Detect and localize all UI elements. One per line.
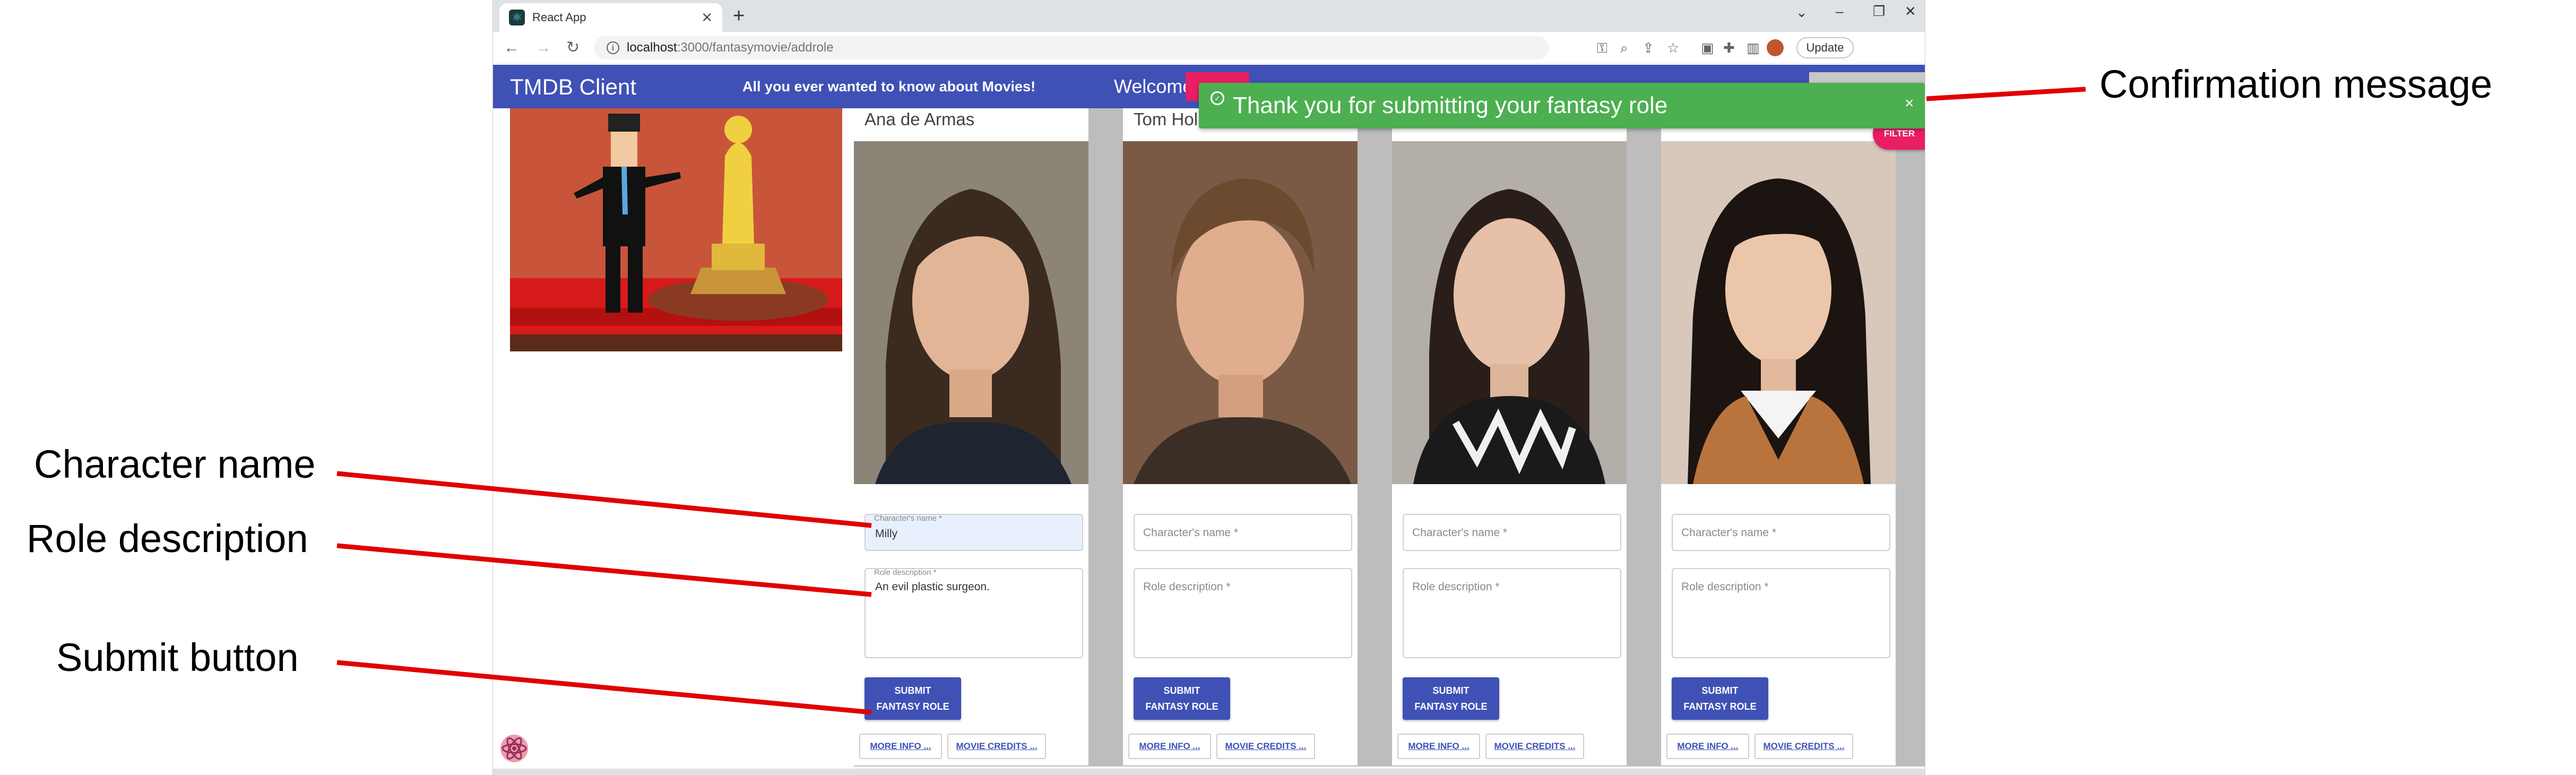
character-name-input[interactable]: Character's name * xyxy=(1134,514,1352,551)
annotation-character-name: Character name xyxy=(34,442,316,486)
tab-search-icon[interactable]: ⌄ xyxy=(1796,4,1808,21)
bookmark-star-icon[interactable]: ☆ xyxy=(1667,39,1679,56)
movie-credits-button[interactable]: MOVIE CREDITS ... xyxy=(1485,734,1584,759)
react-logo-icon[interactable] xyxy=(499,734,529,763)
character-name-label: Character's name * xyxy=(1681,527,1777,539)
horizontal-scrollbar[interactable] xyxy=(493,769,1925,775)
url-host: localhost xyxy=(627,40,677,55)
submit-label-line2: FANTASY ROLE xyxy=(1683,701,1757,712)
browser-window: ⚛ React App ✕ + ⌄ – ❐ ✕ ← → ↻ i localhos… xyxy=(492,0,1925,775)
submit-fantasy-role-button[interactable]: SUBMIT FANTASY ROLE xyxy=(1672,677,1768,720)
side-panel-icon[interactable]: ▥ xyxy=(1747,39,1760,56)
character-name-input[interactable]: Character's name * xyxy=(1403,514,1621,551)
character-name-label: Character's name * xyxy=(874,514,942,523)
annotation-confirmation-message: Confirmation message xyxy=(2099,62,2493,106)
role-description-value: An evil plastic surgeon. xyxy=(875,581,990,593)
actor-card: Character's name * Role description * SU… xyxy=(1392,108,1627,765)
role-description-textarea[interactable]: Role description * xyxy=(1134,568,1352,658)
forward-arrow-icon[interactable]: → xyxy=(535,39,551,56)
zoom-icon[interactable]: ⌕ xyxy=(1620,39,1628,56)
tab-title: React App xyxy=(532,11,586,24)
actor-photo xyxy=(1392,141,1627,484)
actor-name: Ana de Armas xyxy=(865,109,975,129)
submit-label-line1: SUBMIT xyxy=(1432,685,1469,696)
minimize-icon[interactable]: – xyxy=(1836,3,1843,20)
browser-toolbar: ← → ↻ i localhost :3000/fantasymovie/add… xyxy=(493,32,1925,64)
character-name-label: Character's name * xyxy=(1143,527,1239,539)
movie-credits-button[interactable]: MOVIE CREDITS ... xyxy=(1216,734,1315,759)
annotation-submit-button: Submit button xyxy=(56,635,299,679)
update-button[interactable]: Update xyxy=(1796,37,1854,58)
role-description-label: Role description * xyxy=(1143,581,1231,593)
browser-tab[interactable]: ⚛ React App ✕ xyxy=(499,3,722,32)
extensions-puzzle-icon[interactable]: ✚ xyxy=(1723,39,1735,56)
role-description-label: Role description * xyxy=(874,568,937,577)
more-info-button[interactable]: MORE INFO ... xyxy=(1397,734,1480,759)
submit-label-line1: SUBMIT xyxy=(1163,685,1200,696)
page-content: Ana de Armas Character's name * Milly Ro… xyxy=(493,108,1925,775)
character-name-value: Milly xyxy=(875,528,897,540)
tab-close-icon[interactable]: ✕ xyxy=(701,10,713,26)
profile-avatar[interactable] xyxy=(1767,39,1784,56)
app-title[interactable]: TMDB Client xyxy=(510,74,636,100)
snackbar-close-icon[interactable]: × xyxy=(1905,94,1914,113)
character-name-input[interactable]: Character's name * xyxy=(1672,514,1890,551)
submit-label-line2: FANTASY ROLE xyxy=(1414,701,1488,712)
role-description-label: Role description * xyxy=(1681,581,1769,593)
character-name-input[interactable]: Character's name * Milly xyxy=(865,514,1083,551)
confirmation-snackbar: ✓ Thank you for submitting your fantasy … xyxy=(1199,83,1925,128)
back-arrow-icon[interactable]: ← xyxy=(504,39,520,56)
actor-card: Tom Holland Character's name * Role desc… xyxy=(1123,108,1358,765)
oscar-illustration-image xyxy=(510,108,842,351)
actor-card: Ana de Armas Character's name * Milly Ro… xyxy=(854,108,1088,765)
actor-photo xyxy=(1123,141,1358,484)
site-info-icon[interactable]: i xyxy=(607,41,619,54)
submit-label-line1: SUBMIT xyxy=(1701,685,1739,696)
new-tab-button[interactable]: + xyxy=(733,4,745,28)
role-description-textarea[interactable]: Role description * An evil plastic surge… xyxy=(865,568,1083,658)
extension-icon[interactable]: ▣ xyxy=(1701,39,1714,56)
annotation-role-description: Role description xyxy=(27,516,308,561)
submit-fantasy-role-button[interactable]: SUBMIT FANTASY ROLE xyxy=(1403,677,1499,720)
role-description-textarea[interactable]: Role description * xyxy=(1403,568,1621,658)
actor-card: Character's name * Role description * SU… xyxy=(1661,108,1896,765)
tab-strip: ⚛ React App ✕ + ⌄ – ❐ ✕ xyxy=(493,0,1925,32)
react-favicon-icon: ⚛ xyxy=(509,10,525,25)
success-check-icon: ✓ xyxy=(1211,91,1224,105)
snackbar-message: Thank you for submitting your fantasy ro… xyxy=(1233,92,1668,118)
share-icon[interactable]: ⇪ xyxy=(1643,39,1654,56)
submit-label-line2: FANTASY ROLE xyxy=(1145,701,1218,712)
character-name-label: Character's name * xyxy=(1412,527,1508,539)
actor-photo xyxy=(1661,141,1896,484)
reload-icon[interactable]: ↻ xyxy=(566,39,580,56)
restore-icon[interactable]: ❐ xyxy=(1873,3,1885,20)
window-close-icon[interactable]: ✕ xyxy=(1905,3,1916,20)
submit-fantasy-role-button[interactable]: SUBMIT FANTASY ROLE xyxy=(1134,677,1230,720)
actor-cards-grid: Ana de Armas Character's name * Milly Ro… xyxy=(854,108,1925,767)
more-info-button[interactable]: MORE INFO ... xyxy=(1128,734,1211,759)
movie-credits-button[interactable]: MOVIE CREDITS ... xyxy=(947,734,1046,759)
url-path: :3000/fantasymovie/addrole xyxy=(677,40,834,55)
actor-photo xyxy=(854,141,1088,484)
confirmation-pointer-line xyxy=(1926,87,2086,101)
submit-label-line1: SUBMIT xyxy=(894,685,931,696)
movie-credits-button[interactable]: MOVIE CREDITS ... xyxy=(1754,734,1853,759)
more-info-button[interactable]: MORE INFO ... xyxy=(1666,734,1749,759)
role-description-textarea[interactable]: Role description * xyxy=(1672,568,1890,658)
app-tagline: All you ever wanted to know about Movies… xyxy=(742,79,1036,94)
submit-fantasy-role-button[interactable]: SUBMIT FANTASY ROLE xyxy=(865,677,961,720)
submit-label-line2: FANTASY ROLE xyxy=(876,701,949,712)
role-description-label: Role description * xyxy=(1412,581,1500,593)
more-info-button[interactable]: MORE INFO ... xyxy=(859,734,942,759)
address-bar[interactable]: i localhost :3000/fantasymovie/addrole xyxy=(594,36,1549,59)
key-icon[interactable]: ⚿ xyxy=(1597,39,1607,56)
